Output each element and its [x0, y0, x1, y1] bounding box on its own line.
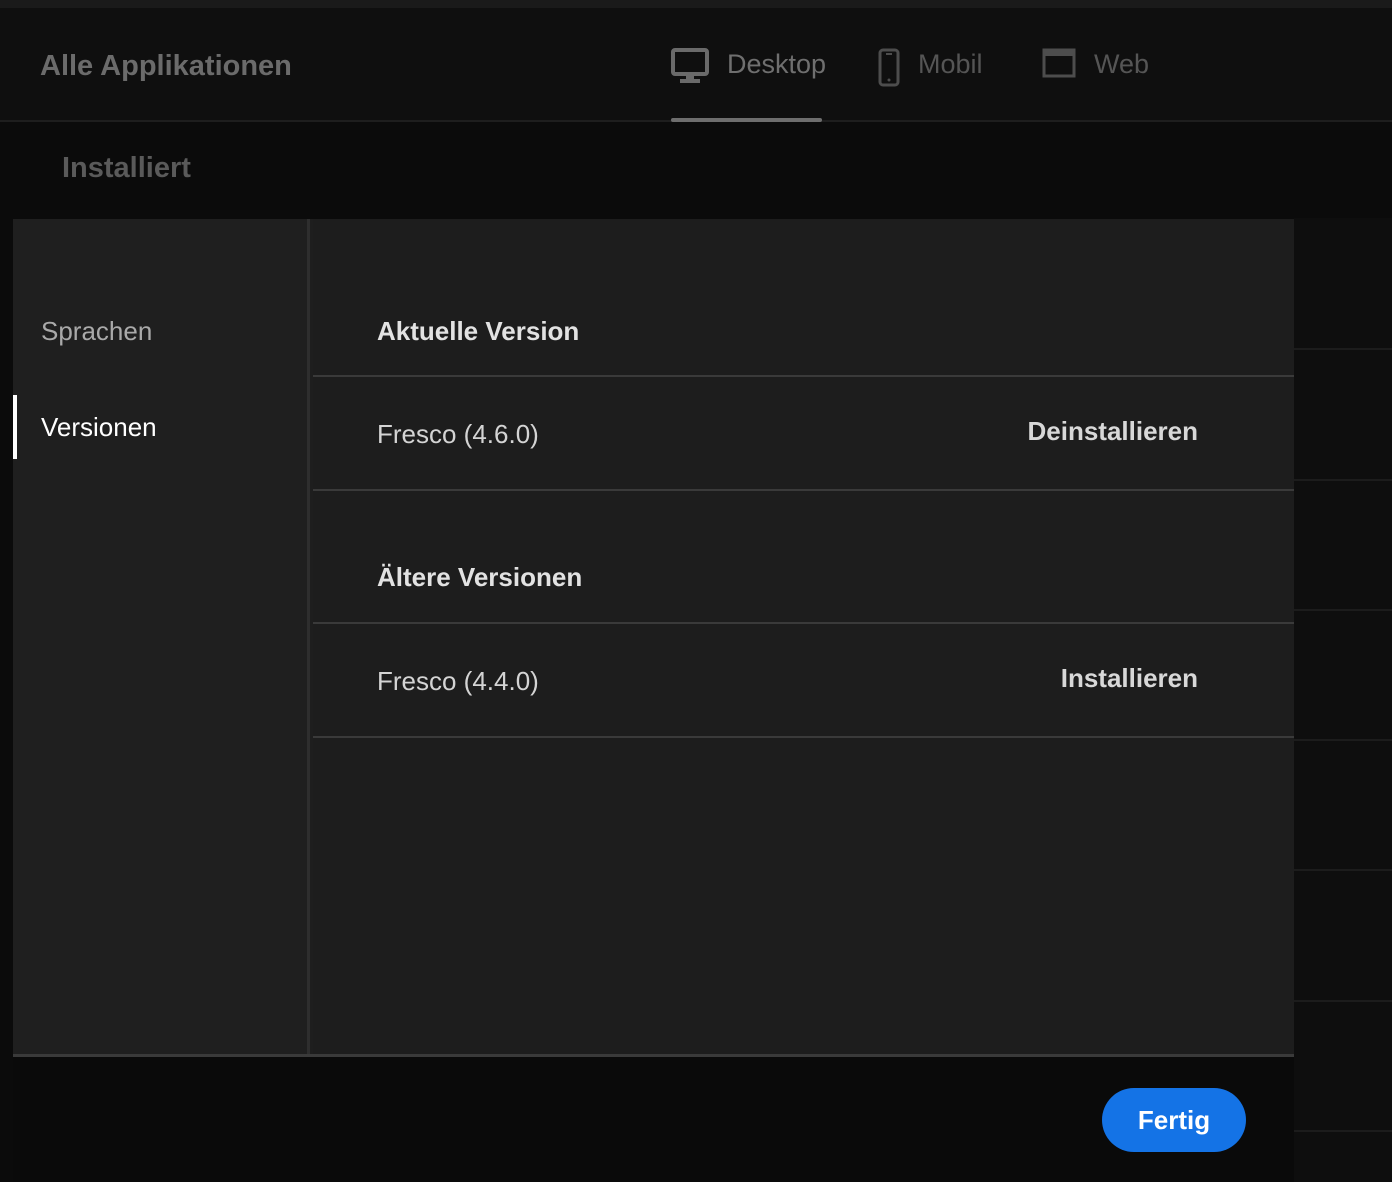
done-button[interactable]: Fertig: [1102, 1088, 1246, 1152]
versions-panel: Aktuelle Version Fresco (4.6.0) Deinstal…: [313, 219, 1294, 1054]
sidebar-item-sprachen[interactable]: Sprachen: [13, 299, 310, 363]
browser-window-icon: [1042, 44, 1076, 78]
tab-web-label: Web: [1094, 49, 1150, 79]
app-header: Alle Applikationen Desktop Mobil Web: [0, 8, 1392, 122]
tab-desktop[interactable]: Desktop: [671, 44, 826, 122]
background-app-list: [1294, 218, 1392, 1182]
installed-section-label: Installiert: [62, 152, 191, 184]
tab-mobil-label: Mobil: [918, 49, 983, 79]
uninstall-button[interactable]: Deinstallieren: [1027, 416, 1198, 447]
older-version-name: Fresco (4.4.0): [377, 666, 539, 696]
tab-mobil[interactable]: Mobil: [878, 44, 998, 122]
sidebar-item-versionen[interactable]: Versionen: [13, 395, 310, 459]
current-version-name: Fresco (4.6.0): [377, 419, 539, 449]
install-button[interactable]: Installieren: [1061, 663, 1198, 694]
mobile-phone-icon: [878, 44, 900, 88]
row-divider: [1294, 1130, 1392, 1132]
row-divider: [1294, 869, 1392, 871]
current-version-heading: Aktuelle Version: [377, 316, 580, 346]
divider: [313, 622, 1294, 624]
row-divider: [1294, 739, 1392, 741]
page-title: Alle Applikationen: [40, 50, 292, 82]
divider: [313, 375, 1294, 377]
divider: [313, 489, 1294, 491]
window-top-strip: [0, 0, 1392, 8]
row-divider: [1294, 348, 1392, 350]
tab-desktop-label: Desktop: [727, 49, 827, 79]
older-versions-heading: Ältere Versionen: [377, 562, 583, 592]
row-divider: [1294, 1000, 1392, 1002]
dialog-footer: Fertig: [13, 1054, 1294, 1182]
desktop-monitor-icon: [671, 44, 709, 84]
row-divider: [1294, 479, 1392, 481]
row-divider: [1294, 609, 1392, 611]
dialog-sidebar: Sprachen Versionen: [13, 219, 310, 1054]
versions-dialog: Sprachen Versionen Aktuelle Version Fres…: [13, 219, 1294, 1182]
divider: [313, 736, 1294, 738]
tab-web[interactable]: Web: [1042, 44, 1162, 122]
